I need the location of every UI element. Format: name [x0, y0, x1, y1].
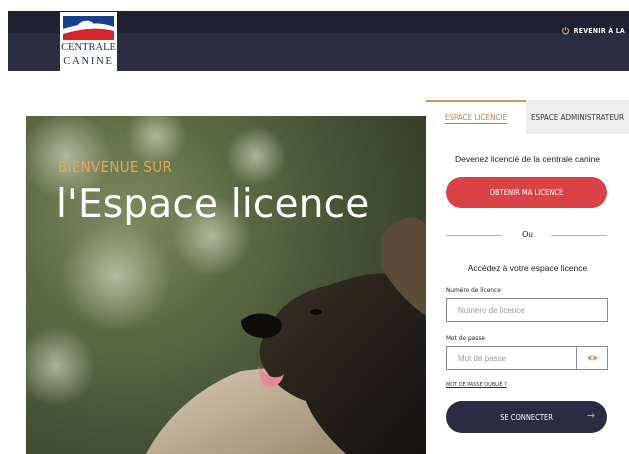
centrale-canine-logo[interactable]: CENTRALE CANINE — [60, 12, 117, 72]
hero-banner: BIENVENUE SUR l'Espace licence — [26, 116, 426, 454]
become-licensee-text: Devenez licencié de la centrale canine — [454, 154, 601, 164]
logo-line-2: CANINE — [63, 56, 114, 67]
back-link-label: REVENIR À LA — [573, 26, 625, 35]
eye-icon — [586, 355, 598, 361]
logo-line-1: CENTRALE — [61, 42, 116, 53]
forgot-password-link[interactable]: MOT DE PASSE OUBLIÉ ? — [446, 382, 507, 388]
licence-number-label: Numéro de licence — [446, 286, 501, 294]
power-icon — [561, 26, 569, 35]
password-label: Mot de passe — [446, 334, 485, 342]
back-link[interactable]: REVENIR À LA — [561, 26, 625, 35]
connect-button-label: SE CONNECTER — [500, 412, 553, 422]
hero-kicker: BIENVENUE SUR — [58, 158, 173, 176]
tab-espace-licencie[interactable]: ESPACE LICENCIÉ — [426, 100, 526, 134]
tab-espace-administrateur[interactable]: ESPACE ADMINISTRATEUR — [526, 100, 629, 134]
password-input[interactable]: Mot de passe — [446, 346, 577, 370]
hero-title: l'Espace licence — [56, 182, 370, 227]
get-licence-button[interactable]: OBTENIR MA LICENCE — [446, 177, 607, 208]
arrow-right-icon: → — [586, 409, 595, 422]
logo-emblem-icon — [63, 16, 114, 40]
login-panel: ESPACE LICENCIÉ ESPACE ADMINISTRATEUR De… — [426, 100, 629, 454]
panel-tabs: ESPACE LICENCIÉ ESPACE ADMINISTRATEUR — [426, 100, 629, 134]
separator-line-right — [551, 235, 607, 236]
access-space-text: Accédez à votre espace licence — [467, 263, 588, 273]
connect-button[interactable]: SE CONNECTER → — [446, 401, 607, 433]
tab-espace-licencie-label: ESPACE LICENCIÉ — [444, 112, 508, 124]
tab-espace-administrateur-label: ESPACE ADMINISTRATEUR — [530, 112, 625, 122]
licence-number-input[interactable]: Numéro de licence — [446, 298, 608, 322]
show-password-button[interactable] — [576, 346, 608, 370]
